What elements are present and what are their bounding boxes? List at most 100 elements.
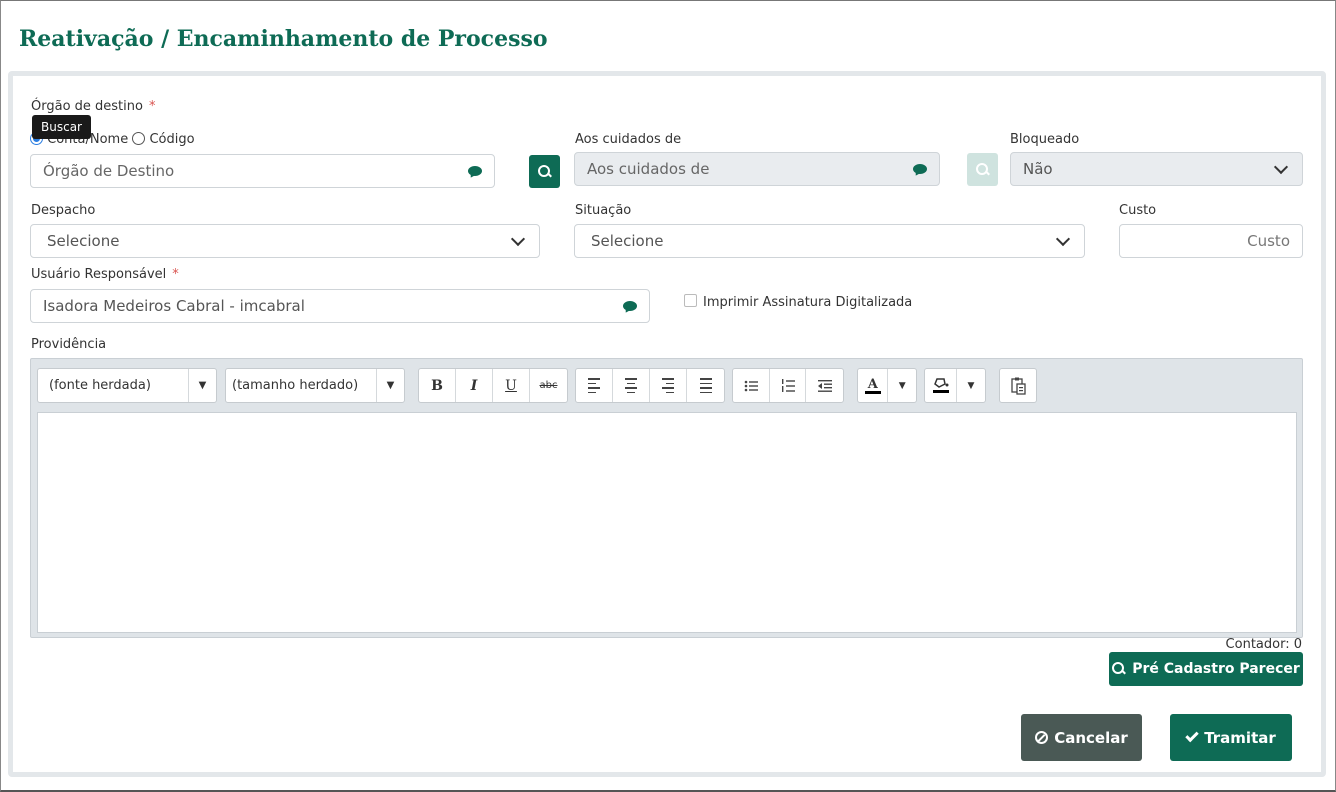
numbered-list-button[interactable] (770, 369, 807, 402)
orgao-destino-placeholder: Órgão de Destino (43, 162, 175, 180)
orgao-search-button[interactable] (529, 155, 560, 188)
paste-group (999, 368, 1037, 403)
rich-text-editor: (fonte herdada) ▼ (tamanho herdado) ▼ B … (30, 358, 1303, 638)
list-group (732, 368, 844, 403)
comment-icon (468, 165, 482, 177)
situacao-label: Situação (575, 203, 632, 218)
cancelar-button[interactable]: Cancelar (1021, 714, 1142, 761)
despacho-select[interactable]: Selecione (30, 224, 540, 258)
bloqueado-value: Não (1023, 160, 1053, 178)
chevron-down-icon (510, 231, 526, 246)
bg-color-group: ▼ (924, 368, 986, 403)
align-left-button[interactable] (576, 369, 613, 402)
bg-color-dropdown[interactable]: ▼ (957, 369, 985, 402)
despacho-label: Despacho (31, 203, 96, 218)
text-color-swatch (864, 391, 881, 394)
italic-icon: I (470, 377, 478, 394)
bullet-list-button[interactable] (733, 369, 770, 402)
situacao-select[interactable]: Selecione (574, 224, 1085, 258)
bold-button[interactable]: B (419, 369, 456, 402)
text-color-dropdown[interactable]: ▼ (888, 369, 916, 402)
align-right-button[interactable] (650, 369, 687, 402)
text-color-button[interactable]: A (858, 369, 889, 402)
bullet-list-icon (744, 380, 758, 391)
bloqueado-label: Bloqueado (1010, 132, 1080, 147)
custo-label: Custo (1119, 203, 1157, 218)
pre-cadastro-parecer-button[interactable]: Pré Cadastro Parecer (1109, 652, 1303, 686)
align-center-button[interactable] (613, 369, 650, 402)
usuario-label: Usuário Responsável * (31, 267, 179, 282)
bold-icon: B (431, 377, 443, 394)
usuario-value: Isadora Medeiros Cabral - imcabral (43, 297, 305, 315)
radio-codigo-label: Código (149, 132, 195, 147)
pre-cadastro-label: Pré Cadastro Parecer (1132, 661, 1300, 677)
orgao-required-mark: * (148, 99, 156, 114)
imprimir-assinatura-checkbox[interactable] (684, 294, 697, 307)
check-icon (1185, 728, 1199, 743)
paste-from-word-button[interactable] (1000, 369, 1036, 402)
dropdown-arrow-icon: ▼ (188, 369, 216, 402)
search-icon (975, 162, 990, 177)
comment-icon (623, 300, 637, 312)
outdent-icon (817, 379, 832, 392)
search-icon (537, 164, 552, 179)
cancelar-label: Cancelar (1054, 728, 1128, 747)
paste-word-icon (1011, 377, 1026, 395)
providencia-editor-area[interactable] (37, 412, 1297, 633)
usuario-required-mark: * (172, 267, 179, 282)
align-left-icon (588, 378, 600, 393)
underline-button[interactable]: U (493, 369, 530, 402)
search-icon (1112, 662, 1126, 676)
align-right-icon (662, 378, 674, 393)
radio-codigo[interactable] (132, 132, 146, 145)
usuario-responsavel-input[interactable]: Isadora Medeiros Cabral - imcabral (30, 289, 650, 323)
dropdown-arrow-icon: ▼ (967, 380, 975, 391)
custo-placeholder: Custo (1247, 232, 1290, 250)
tramitar-label: Tramitar (1204, 728, 1276, 747)
tramitar-button[interactable]: Tramitar (1170, 714, 1292, 761)
buscar-tooltip: Buscar (32, 115, 91, 139)
numbered-list-icon (781, 378, 795, 392)
page-title: Reativação / Encaminhamento de Processo (19, 26, 548, 52)
ban-icon (1035, 731, 1049, 744)
chevron-down-icon (1273, 159, 1289, 174)
dropdown-arrow-icon: ▼ (898, 380, 906, 391)
align-group (575, 368, 725, 403)
outdent-button[interactable] (806, 369, 843, 402)
aos-cuidados-label: Aos cuidados de (575, 132, 682, 147)
orgao-label-text: Órgão de destino (31, 99, 143, 114)
chevron-down-icon (1055, 231, 1071, 246)
text-color-icon: A (867, 377, 878, 392)
align-center-icon (625, 378, 637, 393)
orgao-label: Órgão de destino * (31, 99, 155, 114)
strikethrough-button[interactable]: abc (530, 369, 567, 402)
format-group: B I U abc (418, 368, 568, 403)
font-family-value: (fonte herdada) (49, 378, 151, 393)
bg-color-swatch (932, 390, 949, 393)
paint-bucket-icon (933, 378, 948, 388)
despacho-value: Selecione (47, 232, 120, 250)
font-family-combo[interactable]: (fonte herdada) ▼ (37, 368, 217, 403)
dropdown-arrow-icon: ▼ (376, 369, 404, 402)
usuario-label-text: Usuário Responsável (31, 267, 167, 282)
aos-cuidados-placeholder: Aos cuidados de (587, 160, 710, 178)
contador-label: Contador: 0 (1225, 637, 1302, 652)
font-size-combo[interactable]: (tamanho herdado) ▼ (225, 368, 405, 403)
italic-button[interactable]: I (456, 369, 493, 402)
text-color-group: A ▼ (857, 368, 917, 403)
situacao-value: Selecione (591, 232, 664, 250)
align-justify-button[interactable] (687, 369, 724, 402)
align-justify-icon (699, 378, 712, 393)
underline-icon: U (505, 377, 517, 394)
aos-cuidados-input[interactable]: Aos cuidados de (574, 152, 940, 186)
aos-cuidados-search-button[interactable] (967, 153, 998, 186)
orgao-destino-input[interactable]: Órgão de Destino (30, 154, 495, 188)
imprimir-assinatura-label: Imprimir Assinatura Digitalizada (703, 295, 913, 310)
custo-input[interactable]: Custo (1119, 224, 1303, 258)
bloqueado-select[interactable]: Não (1010, 152, 1303, 186)
strikethrough-icon: abc (539, 380, 558, 391)
providencia-label: Providência (31, 337, 107, 352)
bg-color-button[interactable] (925, 369, 957, 402)
font-size-value: (tamanho herdado) (232, 378, 359, 393)
comment-icon (913, 163, 927, 175)
